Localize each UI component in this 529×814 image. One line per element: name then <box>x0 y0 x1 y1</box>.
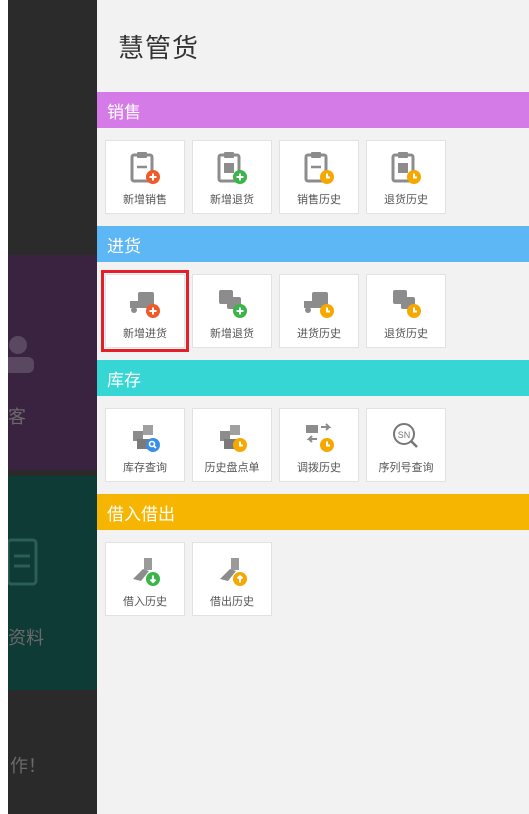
background-footer-text: 作！ <box>10 756 46 777</box>
section-tiles-purchase: 新增进货 新增退货 进货历史 退货历史 <box>97 262 529 360</box>
svg-text:SN: SN <box>398 430 411 440</box>
truck-return-history-icon <box>393 290 421 318</box>
section-header-stock: 库存 <box>97 360 529 396</box>
transfer-history-button[interactable]: 调拨历史 <box>279 408 359 482</box>
boxes-search-icon <box>133 425 160 452</box>
truck-add-icon <box>130 292 160 318</box>
section-title: 借入借出 <box>107 504 175 525</box>
tile-label: 序列号查询 <box>378 461 434 474</box>
background-header <box>0 0 97 255</box>
background-footer: 作！ <box>0 690 97 814</box>
document-icon <box>6 538 38 586</box>
section-header-sales: 销售 <box>97 92 529 128</box>
sales-return-history-button[interactable]: 退货历史 <box>366 140 446 214</box>
background-tile-customers: 客 <box>0 255 97 470</box>
section-tiles-borrow: 借入历史 借出历史 <box>97 530 529 628</box>
sales-history-button[interactable]: 销售历史 <box>279 140 359 214</box>
stocktake-history-button[interactable]: 历史盘点单 <box>192 408 272 482</box>
tile-label: 销售历史 <box>297 193 341 206</box>
purchase-history-button[interactable]: 进货历史 <box>279 274 359 348</box>
new-sales-return-button[interactable]: 新增退货 <box>192 140 272 214</box>
person-icon <box>4 336 34 373</box>
tile-label: 库存查询 <box>123 461 167 474</box>
background-tile-label: 客 <box>8 407 26 428</box>
tile-label: 调拨历史 <box>297 461 341 474</box>
tile-label: 新增进货 <box>123 327 167 340</box>
tile-label: 历史盘点单 <box>204 461 260 474</box>
tile-label: 借入历史 <box>123 595 167 608</box>
section-tiles-stock: 库存查询 历史盘点单 调拨历史 SN 序列号查询 <box>97 396 529 494</box>
section-header-purchase: 进货 <box>97 226 529 262</box>
truck-history-icon <box>304 292 334 318</box>
transfer-history-icon <box>306 423 334 452</box>
receipt-add-icon <box>130 152 160 184</box>
section-header-borrow: 借入借出 <box>97 494 529 530</box>
borrow-out-history-button[interactable]: 借出历史 <box>192 542 272 616</box>
new-sale-button[interactable]: 新增销售 <box>105 140 185 214</box>
tile-label: 借出历史 <box>210 595 254 608</box>
truck-return-add-icon <box>219 290 247 318</box>
purchase-return-history-button[interactable]: 退货历史 <box>366 274 446 348</box>
navigation-drawer: 慧管货 销售 新增销售 新增退货 销售历史 退货历史 进货 新增进货 新增退货 … <box>97 0 529 814</box>
borrow-in-history-button[interactable]: 借入历史 <box>105 542 185 616</box>
screen-edge <box>0 0 8 814</box>
section-title: 销售 <box>107 102 141 123</box>
tile-label: 退货历史 <box>384 327 428 340</box>
new-purchase-return-button[interactable]: 新增退货 <box>192 274 272 348</box>
borrow-out-history-icon <box>220 558 247 586</box>
section-title: 库存 <box>107 370 141 391</box>
tile-label: 退货历史 <box>384 193 428 206</box>
borrow-in-history-icon <box>133 558 160 586</box>
tile-label: 新增销售 <box>123 193 167 206</box>
drawer-header: 慧管货 <box>97 0 529 92</box>
tile-label: 新增退货 <box>210 193 254 206</box>
section-tiles-sales: 新增销售 新增退货 销售历史 退货历史 <box>97 128 529 226</box>
background-tile-data: 资料 <box>0 476 97 690</box>
receipt-return-add-icon <box>217 152 247 184</box>
serial-number-search-icon: SN <box>393 423 418 448</box>
boxes-history-icon <box>220 425 247 452</box>
new-purchase-button[interactable]: 新增进货 <box>101 270 189 352</box>
receipt-return-history-icon <box>391 152 421 184</box>
app-title: 慧管货 <box>118 33 200 64</box>
tile-label: 新增退货 <box>210 327 254 340</box>
background-tile-label: 资料 <box>8 628 44 649</box>
tile-label: 进货历史 <box>297 327 341 340</box>
stock-search-button[interactable]: 库存查询 <box>105 408 185 482</box>
receipt-history-icon <box>304 152 334 184</box>
section-title: 进货 <box>107 236 141 257</box>
serial-number-search-button[interactable]: SN 序列号查询 <box>366 408 446 482</box>
